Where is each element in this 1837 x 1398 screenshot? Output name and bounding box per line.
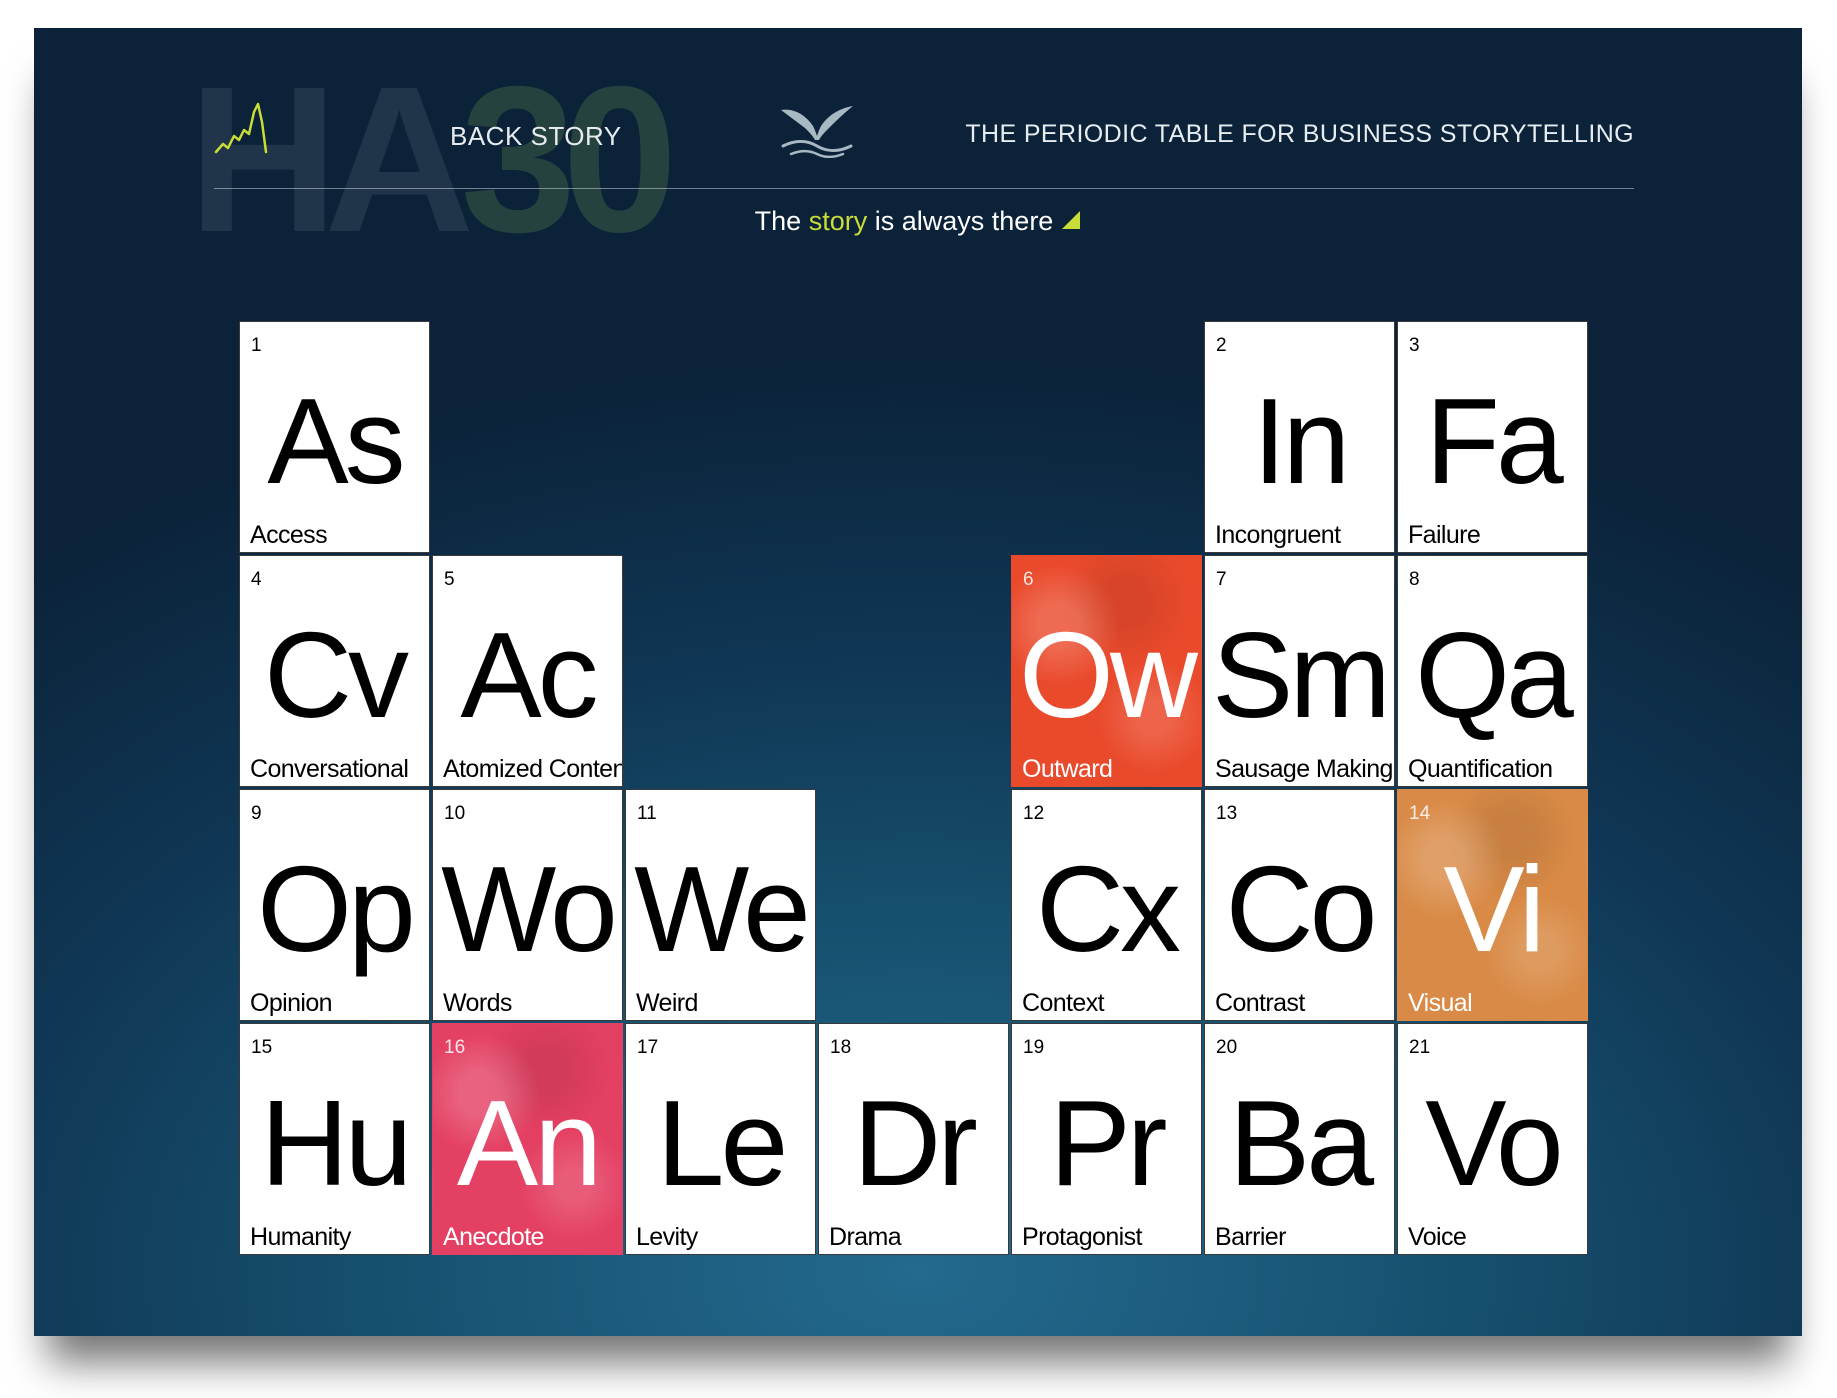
element-cell[interactable]: 15 Hu Humanity — [239, 1023, 430, 1255]
element-cell[interactable]: 1 As Access — [239, 321, 430, 553]
element-number: 18 — [830, 1037, 852, 1058]
tagline-before: The — [754, 206, 802, 236]
element-symbol: Wo — [441, 841, 618, 977]
element-number: 20 — [1216, 1037, 1238, 1058]
element-name: Words — [443, 989, 512, 1017]
element-cell[interactable]: 16 An Anecdote — [432, 1023, 623, 1255]
triangle-icon — [1062, 210, 1081, 229]
element-number: 4 — [251, 569, 262, 590]
element-number: 8 — [1409, 569, 1420, 590]
element-name: Voice — [1408, 1223, 1467, 1251]
element-cell[interactable]: 18 Dr Drama — [818, 1023, 1009, 1255]
element-name: Conversational — [250, 755, 409, 783]
element-number: 15 — [251, 1037, 273, 1058]
element-symbol: Vo — [1425, 1075, 1564, 1211]
element-symbol: Dr — [853, 1075, 978, 1211]
element-number: 3 — [1409, 335, 1420, 356]
tagline: The story is always there — [34, 206, 1802, 237]
element-cell[interactable]: 19 Pr Protagonist — [1011, 1023, 1202, 1255]
element-cell[interactable]: 9 Op Opinion — [239, 789, 430, 1021]
element-name: Visual — [1408, 989, 1473, 1017]
element-symbol: In — [1252, 373, 1351, 509]
element-cell[interactable]: 17 Le Levity — [625, 1023, 816, 1255]
tagline-after: is always there — [874, 206, 1054, 236]
element-cell[interactable]: 5 Ac Atomized Content — [432, 555, 623, 787]
element-symbol: As — [267, 373, 405, 509]
whale-tail-icon — [781, 106, 853, 158]
element-name: Quantification — [1408, 755, 1553, 783]
element-symbol: Ba — [1228, 1075, 1374, 1211]
element-number: 11 — [637, 803, 657, 824]
element-name: Access — [250, 521, 328, 549]
element-name: Sausage Making — [1215, 755, 1393, 783]
element-name: Failure — [1408, 521, 1481, 549]
element-symbol: Co — [1225, 841, 1378, 977]
tagline-highlight: story — [808, 206, 868, 236]
element-symbol: Fa — [1425, 373, 1563, 509]
element-symbol: Vi — [1443, 841, 1545, 977]
element-symbol: Ac — [460, 607, 598, 743]
element-name: Atomized Content — [443, 755, 623, 783]
element-number: 1 — [251, 335, 262, 356]
element-cell[interactable]: 14 Vi Visual — [1397, 789, 1588, 1021]
element-symbol: Sm — [1212, 607, 1391, 743]
element-symbol: Le — [656, 1075, 789, 1211]
element-number: 14 — [1409, 803, 1431, 824]
element-number: 9 — [251, 803, 262, 824]
element-number: 7 — [1216, 569, 1227, 590]
element-name: Outward — [1022, 755, 1113, 783]
element-cell[interactable]: 21 Vo Voice — [1397, 1023, 1588, 1255]
page-title: THE PERIODIC TABLE FOR BUSINESS STORYTEL… — [965, 120, 1634, 148]
element-name: Anecdote — [443, 1223, 544, 1251]
element-symbol: Qa — [1415, 607, 1574, 743]
element-number: 19 — [1023, 1037, 1045, 1058]
logo-number: 30 — [460, 44, 677, 276]
element-name: Context — [1022, 989, 1105, 1017]
element-name: Contrast — [1215, 989, 1305, 1017]
element-name: Protagonist — [1022, 1223, 1142, 1251]
element-cell[interactable]: 4 Cv Conversational — [239, 555, 430, 787]
element-cell[interactable]: 3 Fa Failure — [1397, 321, 1588, 553]
element-cell[interactable]: 12 Cx Context — [1011, 789, 1202, 1021]
header-divider — [214, 188, 1634, 189]
element-symbol: We — [634, 841, 811, 977]
element-name: Humanity — [250, 1223, 351, 1251]
element-cell[interactable]: 7 Sm Sausage Making — [1204, 555, 1395, 787]
element-name: Levity — [636, 1223, 698, 1251]
element-number: 6 — [1023, 569, 1034, 590]
element-symbol: Pr — [1049, 1075, 1168, 1211]
element-name: Weird — [636, 989, 698, 1017]
element-cell[interactable]: 11 We Weird — [625, 789, 816, 1021]
periodic-table: 1 As Access 2 In Incongruent 3 Fa Failure 4 Cv Conv… — [239, 321, 1592, 1256]
element-name: Incongruent — [1215, 521, 1341, 549]
element-cell[interactable]: 13 Co Contrast — [1204, 789, 1395, 1021]
element-symbol: Cx — [1035, 841, 1181, 977]
element-number: 5 — [444, 569, 455, 590]
element-cell[interactable]: 2 In Incongruent — [1204, 321, 1395, 553]
element-symbol: An — [456, 1075, 602, 1211]
element-symbol: Hu — [260, 1075, 413, 1211]
element-name: Opinion — [250, 989, 333, 1017]
element-number: 13 — [1216, 803, 1238, 824]
element-cell[interactable]: 10 Wo Words — [432, 789, 623, 1021]
element-symbol: Op — [257, 841, 416, 977]
element-number: 12 — [1023, 803, 1045, 824]
element-number: 17 — [637, 1037, 659, 1058]
logo-letters: HA — [188, 44, 474, 276]
element-symbol: Cv — [263, 607, 409, 743]
element-symbol: Ow — [1019, 607, 1198, 743]
element-cell[interactable]: 6 Ow Outward — [1011, 555, 1202, 787]
element-name: Drama — [829, 1223, 902, 1251]
element-number: 16 — [444, 1037, 466, 1058]
back-story-link[interactable]: BACK STORY — [450, 121, 622, 152]
element-number: 10 — [444, 803, 466, 824]
chart-sparkline-icon — [214, 102, 268, 154]
element-number: 2 — [1216, 335, 1227, 356]
element-cell[interactable]: 8 Qa Quantification — [1397, 555, 1588, 787]
element-number: 21 — [1409, 1037, 1431, 1058]
element-name: Barrier — [1215, 1223, 1286, 1251]
element-cell[interactable]: 20 Ba Barrier — [1204, 1023, 1395, 1255]
page-background: HA30 BACK STORY THE PERIODIC TABLE FOR B… — [34, 28, 1802, 1336]
